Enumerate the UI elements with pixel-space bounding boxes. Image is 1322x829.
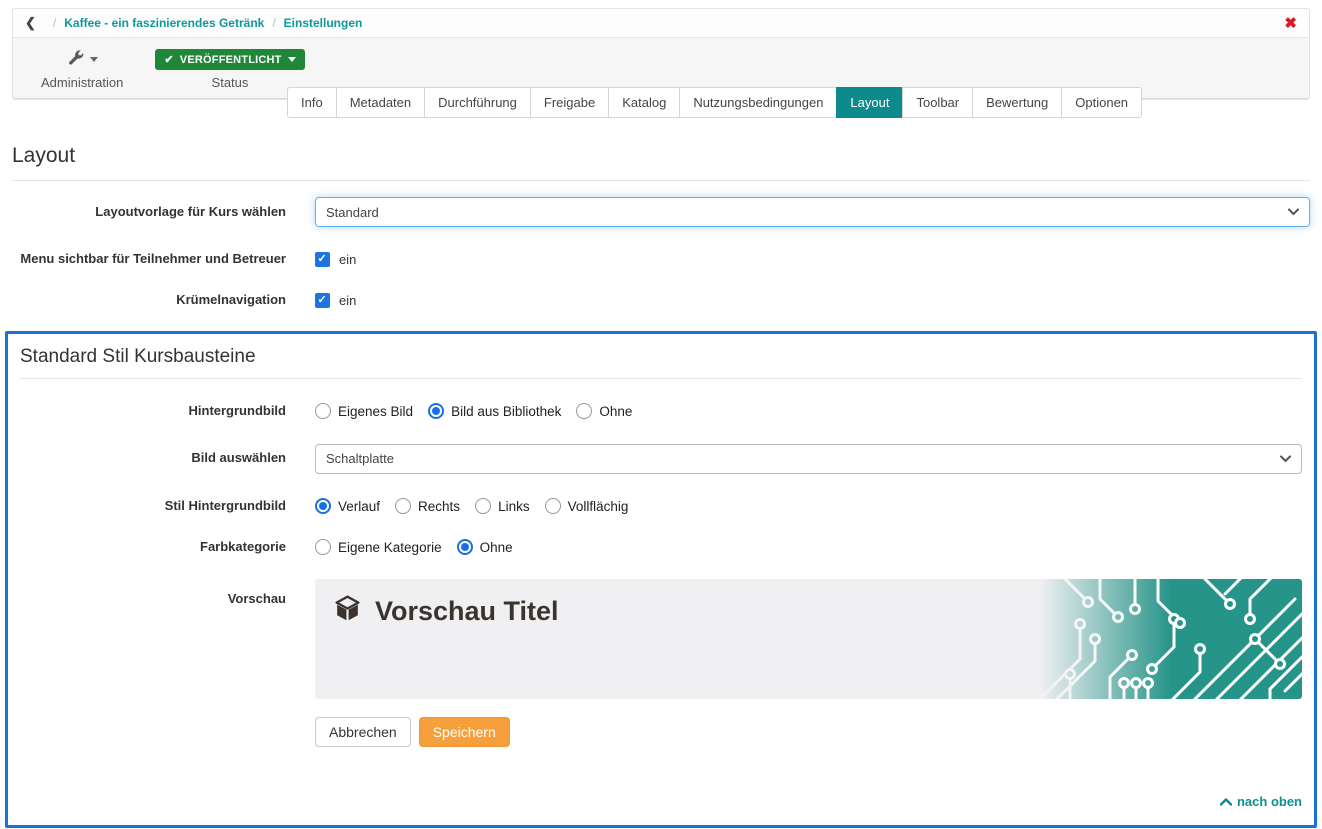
menu-visible-row: Menu sichtbar für Teilnehmer und Betreue… — [12, 251, 1310, 268]
radio-bild-aus-bibliothek[interactable]: Bild aus Bibliothek — [428, 403, 561, 419]
menu-visible-on-label: ein — [339, 252, 356, 267]
crumb-nav-row: Krümelnavigation ein — [12, 292, 1310, 309]
image-select[interactable]: Schaltplatte — [315, 444, 1302, 474]
breadcrumb-separator: / — [53, 16, 56, 30]
menu-visible-checkbox[interactable] — [315, 252, 330, 267]
status-badge[interactable]: ✔ VERÖFFENTLICHT — [155, 49, 304, 70]
preview-label: Vorschau — [20, 579, 315, 608]
color-category-label: Farbkategorie — [20, 539, 315, 556]
radio-icon — [395, 498, 411, 514]
breadcrumb: ❮ / Kaffee - ein faszinierendes Getränk … — [13, 9, 1309, 37]
panel-title: Standard Stil Kursbausteine — [20, 342, 1302, 379]
preview-row: Vorschau Vorschau Titel — [20, 579, 1302, 699]
tab-bewertung[interactable]: Bewertung — [972, 87, 1062, 118]
radio-ohne-kategorie[interactable]: Ohne — [457, 539, 513, 555]
chevron-down-icon — [90, 57, 98, 62]
radio-ohne-bild-label: Ohne — [599, 404, 632, 419]
radio-bild-aus-bibliothek-label: Bild aus Bibliothek — [451, 404, 561, 419]
chevron-down-icon — [1280, 455, 1291, 462]
save-button[interactable]: Speichern — [419, 717, 510, 747]
background-image-row: Hintergrundbild Eigenes Bild Bild aus Bi… — [20, 403, 1302, 420]
radio-verlauf-label: Verlauf — [338, 499, 380, 514]
radio-icon — [315, 539, 331, 555]
wrench-icon — [66, 48, 85, 72]
radio-links[interactable]: Links — [475, 498, 530, 514]
radio-vollflaechig-label: Vollflächig — [568, 499, 629, 514]
tab-katalog[interactable]: Katalog — [608, 87, 680, 118]
layout-template-row: Layoutvorlage für Kurs wählen Standard — [12, 197, 1310, 227]
crumb-nav-label: Krümelnavigation — [12, 292, 315, 309]
breadcrumb-course-link[interactable]: Kaffee - ein faszinierendes Getränk — [64, 16, 264, 30]
menu-visible-label: Menu sichtbar für Teilnehmer und Betreue… — [12, 251, 315, 268]
image-select-row: Bild auswählen Schaltplatte — [20, 444, 1302, 474]
radio-ohne-bild[interactable]: Ohne — [576, 403, 632, 419]
tab-info[interactable]: Info — [287, 87, 337, 118]
crumb-nav-on-label: ein — [339, 293, 356, 308]
background-image-label: Hintergrundbild — [20, 403, 315, 420]
back-chevron-icon[interactable]: ❮ — [25, 15, 36, 31]
circuit-board-image — [1040, 579, 1302, 699]
tab-optionen[interactable]: Optionen — [1061, 87, 1142, 118]
layout-template-select-value: Standard — [326, 205, 379, 220]
chevron-down-icon — [1288, 209, 1299, 216]
administration-label: Administration — [41, 75, 123, 90]
background-style-row: Stil Hintergrundbild Verlauf Rechts Link… — [20, 498, 1302, 515]
tab-durchfuehrung[interactable]: Durchführung — [424, 87, 531, 118]
status-label: Status — [212, 75, 249, 90]
check-icon: ✔ — [164, 53, 173, 66]
tab-nutzungsbedingungen[interactable]: Nutzungsbedingungen — [679, 87, 837, 118]
radio-eigenes-bild-label: Eigenes Bild — [338, 404, 413, 419]
color-category-row: Farbkategorie Eigene Kategorie Ohne — [20, 539, 1302, 556]
image-select-label: Bild auswählen — [20, 450, 315, 467]
chevron-down-icon — [288, 57, 296, 62]
layout-template-select[interactable]: Standard — [315, 197, 1310, 227]
radio-ohne-kategorie-label: Ohne — [480, 540, 513, 555]
radio-selected-icon — [315, 498, 331, 514]
radio-selected-icon — [457, 539, 473, 555]
crumb-nav-checkbox[interactable] — [315, 293, 330, 308]
close-icon[interactable]: ✖ — [1284, 16, 1297, 31]
back-to-top-link[interactable]: nach oben — [1220, 794, 1302, 809]
radio-icon — [315, 403, 331, 419]
breadcrumb-settings-link[interactable]: Einstellungen — [284, 16, 363, 30]
radio-rechts[interactable]: Rechts — [395, 498, 460, 514]
radio-rechts-label: Rechts — [418, 499, 460, 514]
back-to-top-label: nach oben — [1237, 794, 1302, 809]
status-badge-label: VERÖFFENTLICHT — [180, 54, 282, 66]
page-title: Layout — [12, 144, 1310, 181]
image-select-value: Schaltplatte — [326, 451, 394, 466]
form-buttons-row: Abbrechen Speichern — [20, 717, 1302, 747]
radio-eigene-kategorie-label: Eigene Kategorie — [338, 540, 442, 555]
cube-icon — [333, 594, 362, 628]
radio-links-label: Links — [498, 499, 530, 514]
radio-vollflaechig[interactable]: Vollflächig — [545, 498, 629, 514]
preview-title-text: Vorschau Titel — [375, 596, 559, 627]
tab-freigabe[interactable]: Freigabe — [530, 87, 609, 118]
course-element-style-panel: Standard Stil Kursbausteine Hintergrundb… — [5, 331, 1317, 829]
layout-template-label: Layoutvorlage für Kurs wählen — [12, 204, 315, 221]
chevron-up-icon — [1220, 794, 1232, 809]
radio-verlauf[interactable]: Verlauf — [315, 498, 380, 514]
radio-eigenes-bild[interactable]: Eigenes Bild — [315, 403, 413, 419]
radio-eigene-kategorie[interactable]: Eigene Kategorie — [315, 539, 442, 555]
tab-metadaten[interactable]: Metadaten — [336, 87, 425, 118]
tab-toolbar[interactable]: Toolbar — [902, 87, 973, 118]
settings-tab-bar: Info Metadaten Durchführung Freigabe Kat… — [287, 87, 1142, 118]
cancel-button[interactable]: Abbrechen — [315, 717, 411, 747]
tab-layout[interactable]: Layout — [836, 87, 903, 118]
breadcrumb-separator: / — [272, 16, 275, 30]
radio-selected-icon — [428, 403, 444, 419]
background-style-label: Stil Hintergrundbild — [20, 498, 315, 515]
status-menu[interactable]: ✔ VERÖFFENTLICHT Status — [155, 47, 304, 90]
radio-icon — [545, 498, 561, 514]
administration-menu[interactable]: Administration — [41, 47, 123, 90]
style-preview: Vorschau Titel — [315, 579, 1302, 699]
radio-icon — [475, 498, 491, 514]
radio-icon — [576, 403, 592, 419]
